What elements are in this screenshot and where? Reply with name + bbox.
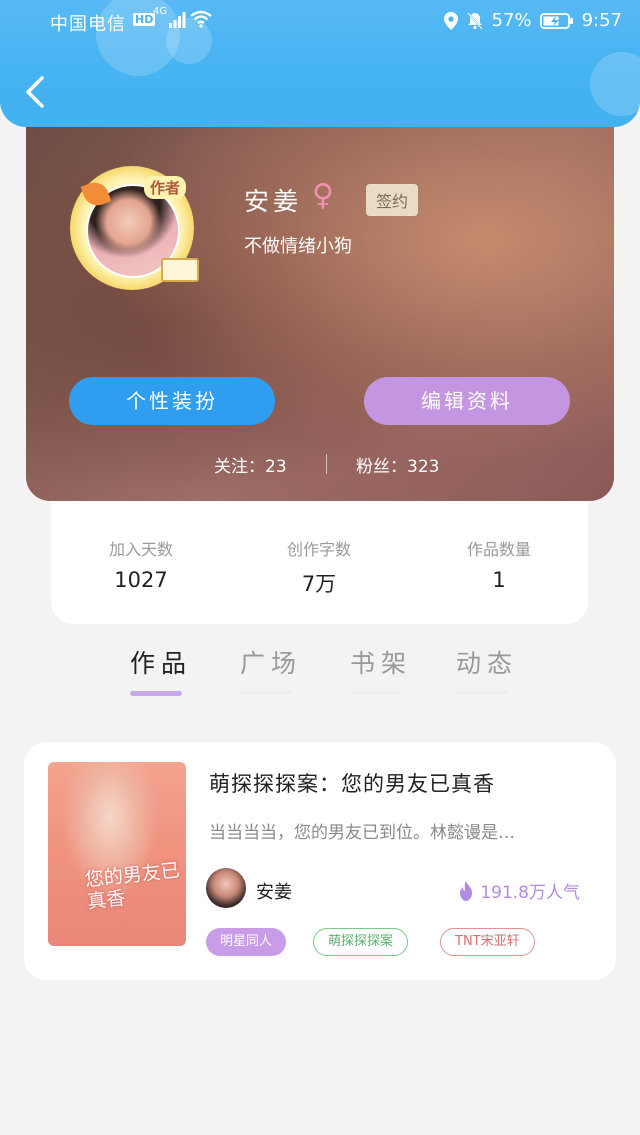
user-signature: 不做情绪小狗	[244, 236, 352, 257]
stat-word-count: 创作字数 7万	[239, 536, 399, 598]
stat-works: 作品数量 1	[419, 536, 579, 592]
tab-bookshelf[interactable]: 书架	[350, 644, 412, 680]
following-count[interactable]: 关注：23	[214, 452, 287, 477]
hd-icon: HD	[133, 13, 156, 26]
author-avatar[interactable]	[206, 868, 246, 908]
stat-value: 1027	[114, 568, 168, 592]
female-gender-icon: ♀	[312, 178, 334, 213]
profile-card: 作者 安姜 ♀ 签约 不做情绪小狗 个性装扮 编辑资料 关注：23 粉丝：323	[26, 100, 614, 501]
header-bar: 中国电信 HD 4G 57% 9:57	[0, 0, 640, 127]
tag-series[interactable]: 萌探探探案	[313, 928, 409, 956]
tab-feed[interactable]: 动态	[456, 644, 518, 680]
tag-character[interactable]: TNT宋亚轩	[440, 928, 535, 956]
status-bar: 中国电信 HD 4G 57% 9:57	[0, 6, 640, 36]
tag-star-fanfic[interactable]: 明星同人	[206, 928, 287, 956]
status-right: 57% 9:57	[443, 10, 622, 31]
tab-square[interactable]: 广场	[240, 644, 302, 680]
user-name: 安姜	[244, 187, 303, 216]
battery-percent: 57%	[491, 10, 532, 31]
tab-works[interactable]: 作品	[130, 644, 192, 680]
divider	[326, 454, 327, 474]
fire-icon	[460, 880, 473, 901]
book-cover[interactable]: 您的男友已真香	[48, 762, 186, 946]
battery-icon	[539, 12, 573, 29]
avatar[interactable]: 作者	[66, 162, 199, 294]
stat-label: 加入天数	[108, 540, 173, 559]
book-decoration-icon	[161, 258, 199, 282]
tab-indicator	[350, 691, 402, 694]
stat-label: 创作字数	[286, 540, 351, 559]
carrier-label: 中国电信	[50, 14, 126, 35]
back-arrow-icon[interactable]	[22, 74, 52, 110]
mute-bell-icon	[466, 11, 483, 30]
stat-join-days: 加入天数 1027	[61, 536, 221, 592]
signed-badge: 签约	[366, 184, 419, 216]
signal-icon	[169, 12, 186, 28]
location-icon	[443, 11, 458, 30]
work-title[interactable]: 萌探探探案：您的男友已真香	[209, 768, 495, 798]
fans-count[interactable]: 粉丝：323	[356, 452, 439, 477]
stat-value: 7万	[301, 572, 337, 596]
work-card[interactable]: 您的男友已真香 萌探探探案：您的男友已真香 当当当当，您的男友已到位。林懿谩是……	[24, 742, 616, 980]
wifi-icon	[190, 10, 212, 28]
author-tag: 作者	[144, 176, 187, 199]
tab-active-indicator	[130, 691, 182, 696]
tab-indicator	[240, 691, 292, 694]
tab-indicator	[456, 691, 508, 694]
tab-bar: 作品 广场 书架 动态	[0, 640, 640, 710]
author-name[interactable]: 安姜	[256, 878, 292, 904]
cover-title: 您的男友已真香	[83, 859, 181, 914]
stat-value: 1	[492, 568, 506, 592]
clock: 9:57	[581, 10, 622, 31]
work-description: 当当当当，您的男友已到位。林懿谩是…	[209, 823, 515, 843]
network-label: 4G	[153, 6, 168, 17]
popularity: 191.8万人气	[458, 878, 580, 903]
decor-bubble	[590, 52, 640, 116]
stat-label: 作品数量	[466, 540, 531, 559]
edit-profile-button[interactable]: 编辑资料	[364, 377, 570, 425]
popularity-value: 191.8万人气	[480, 883, 580, 903]
stats-card: 加入天数 1027 创作字数 7万 作品数量 1	[51, 498, 588, 624]
personalize-button[interactable]: 个性装扮	[69, 377, 275, 425]
